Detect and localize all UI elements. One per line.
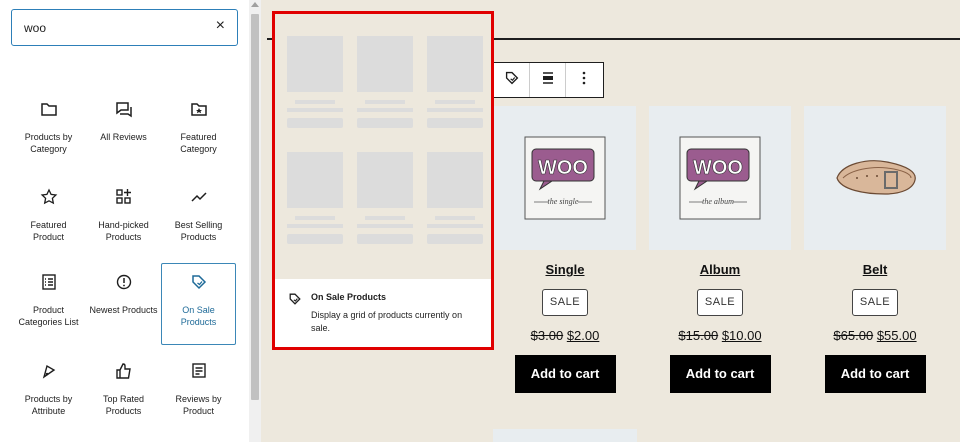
old-price: $15.00 [678,328,719,343]
inserter-scrollbar[interactable] [249,0,261,442]
sale-badge: SALE [542,289,588,316]
svg-text:WOO: WOO [538,157,588,179]
tag-icon [189,272,209,292]
block-label: Products by Attribute [24,394,73,416]
attribute-icon [39,361,59,381]
clear-search-button[interactable]: × [216,17,225,35]
scroll-up-arrow-icon[interactable] [251,2,259,7]
sale-badge: SALE [852,289,898,316]
product-image[interactable]: WOO the album [649,106,791,250]
thumbs-up-icon [114,361,134,381]
old-price: $3.00 [530,328,564,343]
placeholder-product [427,36,483,128]
block-toolbar [493,62,604,98]
product-image[interactable]: WOO the single [494,106,636,250]
block-label: Hand-picked Products [98,220,149,242]
review-icon [189,361,209,381]
more-options-button[interactable] [566,63,602,97]
sale-price: $55.00 [876,328,917,343]
align-button[interactable] [530,63,566,97]
block-product-categories-list[interactable]: Product Categories List [11,263,86,345]
block-label: Featured Category [180,132,217,154]
block-featured-product[interactable]: Featured Product [11,178,86,260]
preview-title: On Sale Products [311,292,387,302]
block-on-sale-products[interactable]: On Sale Products [161,263,236,345]
comments-icon [114,99,134,119]
block-hand-picked-products[interactable]: Hand-picked Products [86,178,161,260]
folder-star-icon [189,99,209,119]
block-inserter-panel: × Products by Category All Reviews Featu… [0,0,249,442]
placeholder-product [357,36,413,128]
product-title[interactable]: Single [494,262,636,277]
placeholder-product [427,152,483,244]
scroll-thumb[interactable] [251,14,259,400]
product-image[interactable] [804,106,946,250]
product-price: $15.00 $10.00 [649,328,791,343]
sale-price: $2.00 [566,328,600,343]
preview-placeholder-grid [275,14,491,279]
block-label: Product Categories List [18,305,79,327]
block-products-by-category[interactable]: Products by Category [11,90,86,172]
add-to-cart-button[interactable]: Add to cart [514,355,616,393]
block-reviews-by-product[interactable]: Reviews by Product [161,352,236,434]
block-preview-popover: On Sale Products Display a grid of produ… [272,11,494,350]
add-to-cart-button[interactable]: Add to cart [669,355,771,393]
sale-badge: SALE [697,289,743,316]
block-label: On Sale Products [180,305,217,327]
product-price: $65.00 $55.00 [804,328,946,343]
block-best-selling-products[interactable]: Best Selling Products [161,178,236,260]
alert-circle-icon [114,272,134,292]
tag-icon [503,69,521,92]
block-top-rated-products[interactable]: Top Rated Products [86,352,161,434]
block-search-input[interactable] [24,19,204,37]
placeholder-product [287,36,343,128]
old-price: $65.00 [833,328,874,343]
block-label: All Reviews [100,132,147,142]
block-label: Featured Product [30,220,67,242]
sale-price: $10.00 [721,328,762,343]
add-to-cart-button[interactable]: Add to cart [824,355,926,393]
product-card: WOO the single Single SALE $3.00 $2.00 A… [494,106,636,393]
svg-text:the single: the single [548,197,579,206]
placeholder-product [357,152,413,244]
placeholder-product [287,152,343,244]
star-icon [39,187,59,207]
tag-icon [287,291,303,307]
trend-icon [189,187,209,207]
list-icon [39,272,59,292]
block-label: Top Rated Products [102,394,145,416]
block-all-reviews[interactable]: All Reviews [86,90,161,172]
product-card: WOO the album Album SALE $15.00 $10.00 A… [649,106,791,393]
product-image-partial[interactable] [493,429,637,442]
block-featured-category[interactable]: Featured Category [161,90,236,172]
block-products-by-attribute[interactable]: Products by Attribute [11,352,86,434]
more-vertical-icon [581,70,587,91]
folder-icon [39,99,59,119]
svg-text:WOO: WOO [693,157,743,179]
block-label: Newest Products [89,305,158,315]
preview-description: On Sale Products Display a grid of produ… [275,279,491,347]
align-wide-icon [540,70,556,91]
block-search-field[interactable]: × [11,9,238,46]
block-type-button[interactable] [494,63,530,97]
block-label: Best Selling Products [174,220,223,242]
block-label: Products by Category [24,132,73,154]
product-title[interactable]: Album [649,262,791,277]
product-title[interactable]: Belt [804,262,946,277]
grid-plus-icon [114,187,134,207]
block-label: Reviews by Product [175,394,222,416]
block-newest-products[interactable]: Newest Products [86,263,161,345]
product-price: $3.00 $2.00 [494,328,636,343]
product-card: Belt SALE $65.00 $55.00 Add to cart [804,106,946,393]
svg-text:the album: the album [702,197,734,206]
preview-text: Display a grid of products currently on … [311,310,463,333]
